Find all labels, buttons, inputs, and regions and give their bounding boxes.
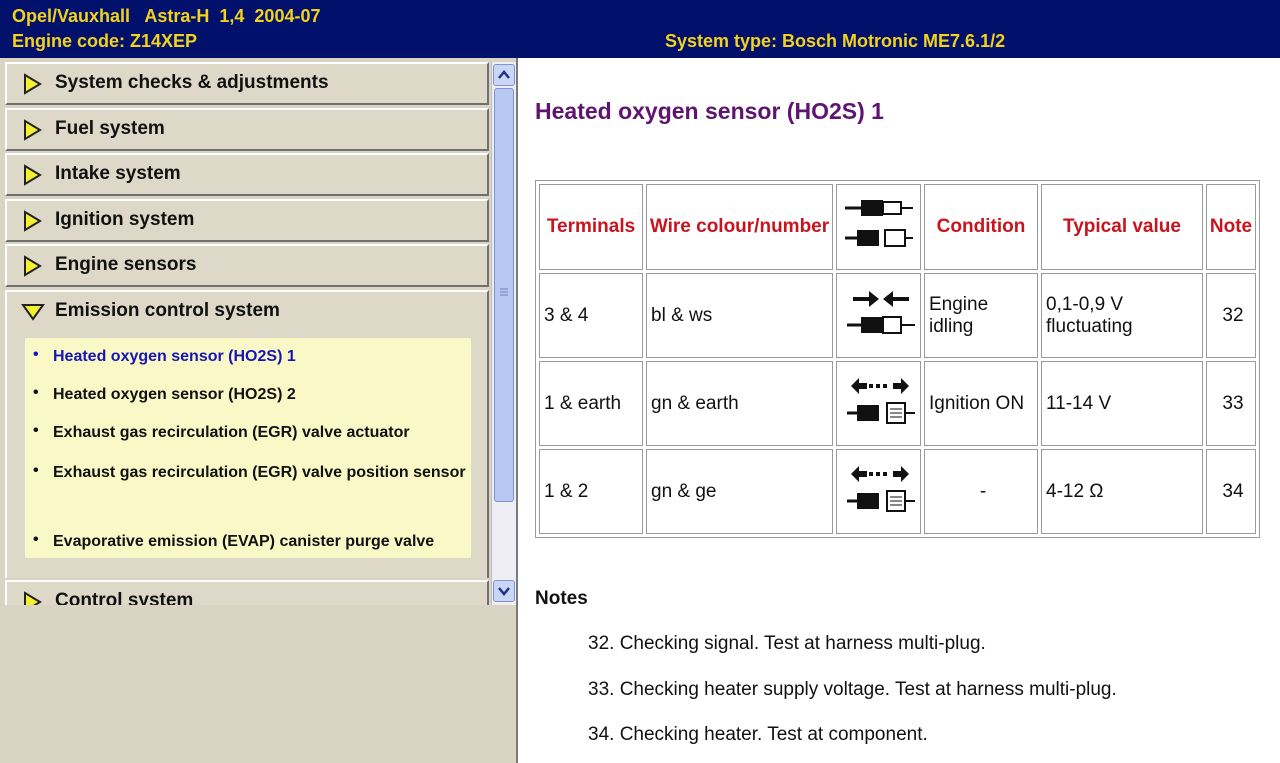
cell-wire: bl & ws [646,273,833,358]
system-type: System type: Bosch Motronic ME7.6.1/2 [665,31,1006,51]
note-item: 32. Checking signal. Test at harness mul… [588,633,986,654]
cell-note: 34 [1206,449,1256,534]
bullet-icon: • [33,462,39,479]
arrow-right-icon [24,164,42,186]
cell-probe [836,273,921,358]
nav-item-fuel-system[interactable]: Fuel system [5,108,489,151]
cell-note: 33 [1206,361,1256,446]
cell-typical: 0,1-0,9 V fluctuating [1041,273,1203,358]
cell-wire: gn & ge [646,449,833,534]
nav-item-label: Emission control system [55,300,280,321]
cell-typical: 4-12 Ω [1041,449,1203,534]
nav-item-control-system[interactable]: Control system [5,580,489,605]
arrow-right-icon [24,119,42,141]
navigation-pane: System checks & adjustments Fuel system … [0,58,518,763]
header-bar: Opel/Vauxhall Astra-H 1,4 2004-07 Engine… [0,0,1280,58]
arrow-right-icon [24,591,42,605]
vehicle-info: Opel/Vauxhall Astra-H 1,4 2004-07 [12,6,321,26]
note-item: 34. Checking heater. Test at component. [588,724,928,745]
cell-condition: - [924,449,1038,534]
nav-item-label: Ignition system [55,209,195,230]
nav-item-label: Intake system [55,163,181,184]
bullet-icon: • [33,346,39,363]
table-row: 1 & 2 gn & ge - 4-12 Ω 34 [539,449,1256,534]
bullet-icon: • [33,422,39,439]
header-typical: Typical value [1041,184,1203,270]
page-title: Heated oxygen sensor (HO2S) 1 [535,98,884,124]
cell-probe [836,361,921,446]
table-header-row: Terminals Wire colour/number Condition T… [539,184,1256,270]
bullet-icon: • [33,384,39,401]
arrow-down-icon [21,304,45,321]
arrow-right-icon [24,210,42,232]
nav-item-intake-system[interactable]: Intake system [5,153,489,196]
cell-terminals: 3 & 4 [539,273,643,358]
bullet-icon: • [33,531,39,548]
scroll-down-button[interactable] [493,580,515,602]
scroll-up-button[interactable] [493,64,515,86]
nav-item-label: Engine sensors [55,254,197,275]
content-pane: Heated oxygen sensor (HO2S) 1 Terminals … [520,58,1280,763]
disconnected-probe-icon [846,377,915,424]
connector-probe-icon [844,200,913,247]
cell-wire: gn & earth [646,361,833,446]
arrow-right-icon [24,73,42,95]
emission-subitems: • Heated oxygen sensor (HO2S) 1 • Heated… [25,338,471,558]
arrow-right-icon [24,255,42,277]
subitem-label: Exhaust gas recirculation (EGR) valve po… [53,464,466,481]
note-item: 33. Checking heater supply voltage. Test… [588,679,1117,700]
notes-heading: Notes [535,588,588,609]
nav-item-engine-sensors[interactable]: Engine sensors [5,244,489,287]
cell-probe [836,449,921,534]
table-row: 3 & 4 bl & ws Engine idling 0,1-0,9 V fl… [539,273,1256,358]
chevron-down-icon [498,587,510,596]
subitem-label: Exhaust gas recirculation (EGR) valve ac… [53,424,410,441]
nav-scrollbar[interactable] [491,62,516,605]
engine-code: Engine code: Z14XEP [12,31,198,51]
nav-item-system-checks[interactable]: System checks & adjustments [5,62,489,105]
nav-item-label: System checks & adjustments [55,72,329,93]
subitem-label: Heated oxygen sensor (HO2S) 2 [53,386,296,403]
subitem-label: Heated oxygen sensor (HO2S) 1 [53,348,296,365]
cell-condition: Engine idling [924,273,1038,358]
header-note: Note [1206,184,1256,270]
cell-note: 32 [1206,273,1256,358]
cell-terminals: 1 & earth [539,361,643,446]
cell-terminals: 1 & 2 [539,449,643,534]
header-condition: Condition [924,184,1038,270]
disconnected-probe-icon [846,465,915,512]
nav-item-emission-control[interactable]: Emission control system • Heated oxygen … [5,290,489,578]
chevron-up-icon [498,70,510,79]
header-terminals: Terminals [539,184,643,270]
header-probe-icon-cell [836,184,921,270]
grip-icon [500,288,508,296]
table-row: 1 & earth gn & earth Ignition ON 11-14 V… [539,361,1256,446]
nav-item-label: Control system [55,590,194,605]
scroll-thumb[interactable] [494,88,514,502]
nav-item-label: Fuel system [55,118,165,139]
cell-condition: Ignition ON [924,361,1038,446]
header-wire: Wire colour/number [646,184,833,270]
test-table: Terminals Wire colour/number Condition T… [535,180,1260,538]
cell-typical: 11-14 V [1041,361,1203,446]
nav-list: System checks & adjustments Fuel system … [5,62,489,605]
nav-item-ignition-system[interactable]: Ignition system [5,199,489,242]
subitem-label: Evaporative emission (EVAP) canister pur… [53,533,435,550]
connected-probe-icon [846,290,915,334]
